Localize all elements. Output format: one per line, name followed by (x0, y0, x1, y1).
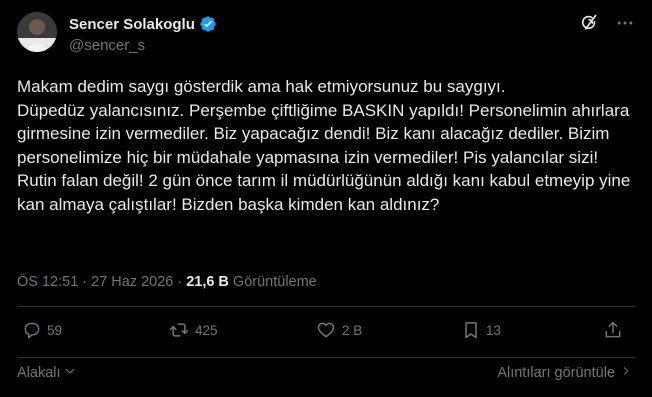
action-bar: 59 425 2 B 13 (0, 320, 652, 346)
views-label: Görüntüleme (232, 274, 317, 290)
tweet-detail: Sencer Solakoglu @sencer_s Makam dedim s… (0, 0, 652, 397)
view-quotes-link[interactable]: Alıntıları görüntüle (497, 365, 631, 381)
verified-badge-icon[interactable] (199, 15, 217, 33)
author-handle[interactable]: @sencer_s (69, 37, 145, 54)
like-button[interactable]: 2 B (315, 320, 362, 340)
tweet-meta: ÖS 12:51 · 27 Haz 2026 · 21,6 B Görüntül… (17, 274, 317, 290)
heart-icon (315, 320, 337, 340)
divider (17, 306, 635, 307)
reply-button[interactable]: 59 (22, 320, 62, 340)
tweet-date[interactable]: 27 Haz 2026 (91, 274, 173, 290)
grok-icon[interactable] (578, 12, 600, 34)
related-dropdown[interactable]: Alakalı (17, 365, 76, 381)
author-display-name[interactable]: Sencer Solakoglu (69, 16, 195, 33)
avatar[interactable] (17, 12, 57, 52)
bookmark-icon (461, 320, 481, 340)
author-name-row: Sencer Solakoglu (69, 15, 217, 33)
tweet-time[interactable]: ÖS 12:51 (17, 274, 78, 290)
reply-icon (22, 320, 42, 340)
retweet-icon (168, 320, 190, 340)
bookmark-count: 13 (486, 322, 502, 338)
tweet-text: Makam dedim saygı gösterdik ama hak etmi… (17, 77, 631, 214)
related-label: Alakalı (17, 365, 61, 381)
retweet-count: 425 (195, 322, 218, 338)
tweet-footer: Alakalı Alıntıları görüntüle (0, 365, 652, 385)
divider (17, 357, 635, 358)
reply-count: 59 (47, 322, 63, 338)
share-icon (603, 320, 623, 340)
chevron-right-icon (621, 365, 631, 381)
retweet-button[interactable]: 425 (168, 320, 218, 340)
more-icon[interactable] (614, 12, 636, 34)
meta-separator: · (177, 274, 183, 290)
views-count: 21,6 B (186, 274, 229, 290)
tweet-top-actions (578, 12, 636, 34)
chevron-down-icon (64, 365, 76, 381)
bookmark-button[interactable]: 13 (461, 320, 501, 340)
like-count: 2 B (342, 322, 363, 338)
view-quotes-label: Alıntıları görüntüle (497, 365, 615, 381)
meta-separator: · (82, 274, 88, 290)
share-button[interactable] (603, 320, 623, 340)
